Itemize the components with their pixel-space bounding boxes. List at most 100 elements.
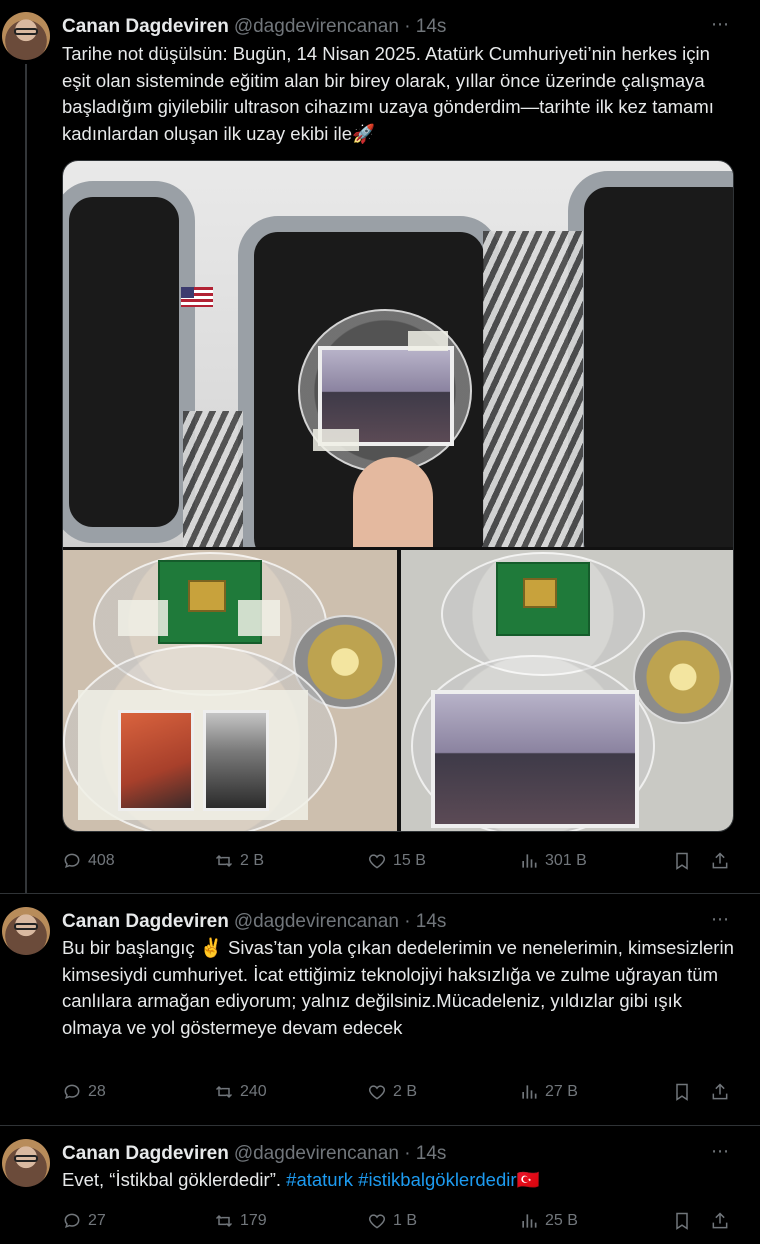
tweet-text: Evet, “İstikbal göklerdedir”. #ataturk #… [62, 1167, 742, 1194]
child-photo [118, 710, 194, 811]
views-button[interactable]: 301 B [519, 851, 587, 871]
group-photo [431, 690, 639, 828]
avatar[interactable] [2, 907, 50, 955]
chip [188, 580, 226, 612]
author-handle[interactable]: @dagdevirencanan [234, 911, 399, 932]
share-button[interactable] [710, 851, 730, 871]
chip [523, 578, 557, 608]
retweet-button[interactable]: 2 B [214, 851, 264, 871]
decorative-stripes [183, 411, 243, 547]
tape [118, 600, 168, 636]
retweet-icon [215, 1214, 233, 1228]
tweet-text: Bu bir başlangıç ✌️ Sivas’tan yola çıkan… [62, 937, 734, 1038]
divider [0, 1125, 760, 1126]
ataturk-portrait [203, 710, 269, 811]
hand [353, 457, 433, 547]
share-button[interactable] [710, 1211, 730, 1231]
retweet-icon [215, 854, 233, 868]
reply-icon [64, 1084, 80, 1100]
reply-count: 28 [88, 1083, 106, 1100]
bookmark-icon [676, 1212, 688, 1230]
media-grid[interactable] [62, 160, 734, 832]
more-options-icon[interactable]: ⋯ [711, 1141, 730, 1162]
capsule-window-left [63, 181, 195, 543]
media-photo-capsule[interactable] [63, 161, 733, 547]
bookmark-button[interactable] [672, 1082, 692, 1102]
tweet-header: Canan Dagdeviren @dagdevirencanan · 14s [62, 1143, 446, 1165]
tweet-1[interactable]: Canan Dagdeviren @dagdevirencanan · 14s ⋯… [0, 0, 760, 895]
author-name[interactable]: Canan Dagdeviren [62, 911, 229, 932]
like-button[interactable]: 1 B [367, 1211, 417, 1231]
reply-button[interactable]: 27 [62, 1211, 106, 1231]
retweet-icon [215, 1085, 233, 1099]
tweet-header: Canan Dagdeviren @dagdevirencanan · 14s [62, 16, 446, 38]
share-icon [712, 852, 728, 869]
tweet-header: Canan Dagdeviren @dagdevirencanan · 14s [62, 911, 446, 933]
views-count: 27 B [545, 1083, 578, 1100]
bookmark-icon [676, 1083, 688, 1101]
tweet-2[interactable]: Canan Dagdeviren @dagdevirencanan · 14s ⋯… [0, 895, 760, 1125]
heart-icon [368, 854, 386, 869]
tape [313, 429, 359, 451]
reply-icon [64, 1213, 80, 1229]
bookmark-button[interactable] [672, 851, 692, 871]
retweet-count: 179 [240, 1212, 267, 1229]
views-icon [522, 1214, 537, 1228]
retweet-button[interactable]: 179 [214, 1211, 267, 1231]
heart-icon [368, 1214, 386, 1229]
views-icon [522, 854, 537, 868]
reply-icon [64, 853, 80, 869]
hashtag-link[interactable]: #ataturk [286, 1169, 353, 1190]
reply-count: 408 [88, 852, 115, 869]
timestamp[interactable]: · 14s [404, 911, 446, 932]
sensor-disk [633, 630, 733, 724]
like-button[interactable]: 15 B [367, 851, 426, 871]
reply-count: 27 [88, 1212, 106, 1229]
retweet-count: 2 B [240, 852, 265, 869]
views-icon [522, 1085, 537, 1099]
timestamp[interactable]: · 14s [404, 16, 446, 37]
views-button[interactable]: 25 B [519, 1211, 578, 1231]
reply-button[interactable]: 408 [62, 851, 115, 871]
like-count: 15 B [393, 852, 426, 869]
tweet-actions: 27 179 1 B 25 B [62, 1211, 734, 1235]
author-handle[interactable]: @dagdevirencanan [234, 1143, 399, 1164]
views-count: 25 B [545, 1212, 578, 1229]
share-button[interactable] [710, 1082, 730, 1102]
tape [408, 331, 448, 351]
capsule-window-right [568, 171, 733, 547]
like-count: 2 B [393, 1083, 418, 1100]
timestamp[interactable]: · 14s [404, 1143, 446, 1164]
retweet-count: 240 [240, 1083, 267, 1100]
media-photo-dishes-left[interactable] [63, 550, 397, 831]
like-button[interactable]: 2 B [367, 1082, 417, 1102]
author-name[interactable]: Canan Dagdeviren [62, 16, 229, 37]
more-options-icon[interactable]: ⋯ [711, 909, 730, 930]
retweet-button[interactable]: 240 [214, 1082, 267, 1102]
flag-emoji: 🇹🇷 [516, 1169, 540, 1190]
divider [0, 893, 760, 894]
share-icon [712, 1212, 728, 1229]
avatar[interactable] [2, 1139, 50, 1187]
tweet-3[interactable]: Canan Dagdeviren @dagdevirencanan · 14s ⋯… [0, 1127, 760, 1244]
avatar[interactable] [2, 12, 50, 60]
bookmark-icon [676, 852, 688, 870]
us-flag [181, 287, 213, 307]
bookmark-button[interactable] [672, 1211, 692, 1231]
share-icon [712, 1083, 728, 1100]
like-count: 1 B [393, 1212, 418, 1229]
heart-icon [368, 1085, 386, 1100]
reply-button[interactable]: 28 [62, 1082, 106, 1102]
tweet-actions: 28 240 2 B 27 B [62, 1082, 734, 1106]
tape [238, 600, 280, 636]
more-options-icon[interactable]: ⋯ [711, 14, 730, 35]
hashtag-link[interactable]: #istikbalgöklerdedir [358, 1169, 516, 1190]
author-name[interactable]: Canan Dagdeviren [62, 1143, 229, 1164]
decorative-stripes [483, 231, 583, 547]
tweet-actions: 408 2 B 15 B 301 B [62, 851, 734, 875]
author-handle[interactable]: @dagdevirencanan [234, 16, 399, 37]
media-photo-dishes-right[interactable] [401, 550, 733, 831]
views-count: 301 B [545, 852, 587, 869]
views-button[interactable]: 27 B [519, 1082, 578, 1102]
tweet-text-prefix: Evet, “İstikbal göklerdedir”. [62, 1169, 282, 1190]
